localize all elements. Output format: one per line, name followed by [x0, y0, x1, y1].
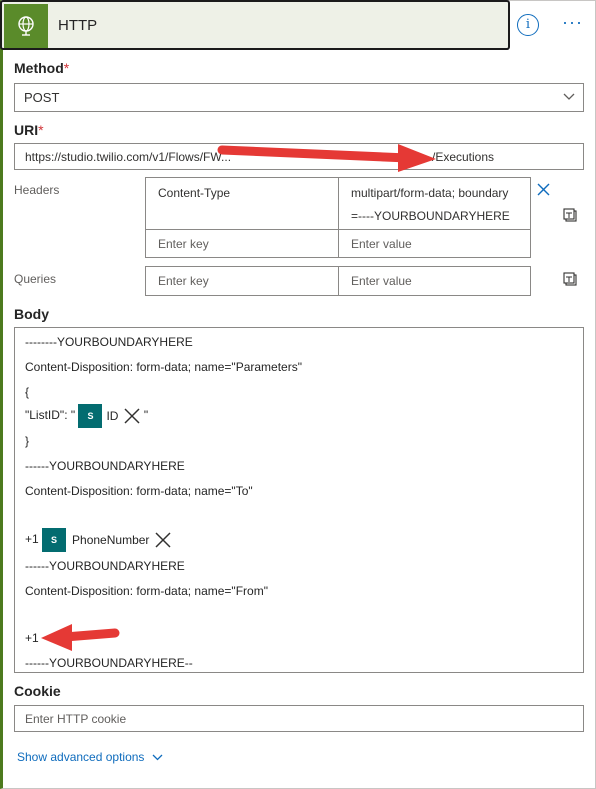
annotation-arrows	[41, 144, 436, 651]
red-arrow	[41, 624, 120, 651]
red-arrow	[217, 144, 436, 172]
